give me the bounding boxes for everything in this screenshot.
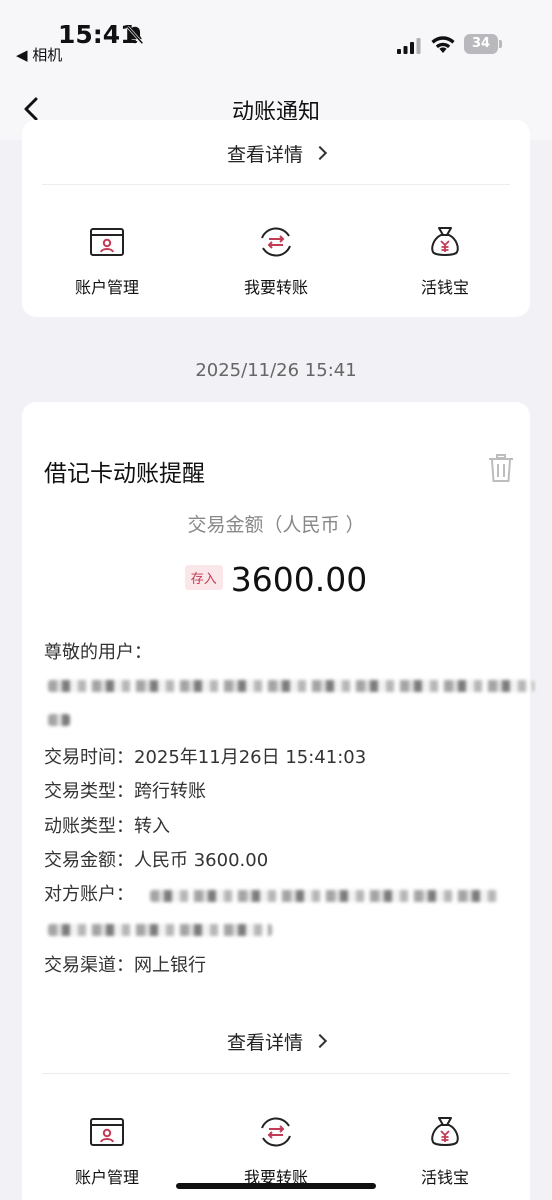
- message-timestamp: 2025/11/26 15:41: [195, 360, 357, 381]
- transfer-exchange-icon: [261, 227, 291, 257]
- back-to-app-link[interactable]: ◀ 相机: [16, 44, 62, 65]
- battery-level: 34: [464, 34, 498, 54]
- status-bar: 15:41 ◀ 相机 34: [0, 0, 552, 80]
- account-management-button[interactable]: 账户管理: [42, 1112, 172, 1200]
- redacted-text: [48, 924, 272, 936]
- divider: [42, 184, 510, 185]
- chevron-right-icon: [312, 145, 328, 161]
- action-label: 我要转账: [243, 278, 308, 297]
- previous-message-card: 查看详情 账户管理 我要转账 活钱宝: [22, 120, 530, 317]
- redacted-text: [150, 890, 500, 902]
- transaction-amount: 3600.00: [230, 560, 368, 599]
- signal-icon: [397, 38, 421, 54]
- battery-indicator: 34: [464, 34, 502, 54]
- account-management-button[interactable]: 账户管理: [42, 222, 172, 322]
- action-label: 账户管理: [74, 1168, 139, 1187]
- transaction-time-field: 交易时间：2025年11月26日 15:41:03: [44, 747, 367, 768]
- movement-type-field: 动账类型：转入: [44, 816, 170, 837]
- money-bag-icon: [431, 1117, 459, 1146]
- greeting: 尊敬的用户：: [44, 642, 152, 663]
- message-title: 借记卡动账提醒: [44, 461, 205, 487]
- amount-caption: 交易金额（人民币 ）: [187, 514, 365, 536]
- transaction-type-field: 交易类型：跨行转账: [44, 781, 206, 802]
- transaction-channel-field: 交易渠道：网上银行: [44, 955, 206, 976]
- deposit-badge: 存入: [184, 565, 223, 590]
- divider: [42, 1073, 510, 1074]
- transfer-exchange-icon: [261, 1117, 291, 1147]
- money-bag-icon: [431, 227, 459, 256]
- transfer-button[interactable]: 我要转账: [211, 222, 341, 322]
- account-card-icon: [90, 228, 124, 256]
- view-details-link[interactable]: 查看详情: [22, 1028, 530, 1055]
- view-details-label: 查看详情: [226, 1032, 303, 1054]
- action-label: 账户管理: [74, 278, 139, 297]
- amount-row: 存入 3600.00: [22, 560, 530, 599]
- debit-card-alert-card: 借记卡动账提醒 交易金额（人民币 ） 存入 3600.00 尊敬的用户： 交易时间…: [22, 402, 534, 1200]
- counterparty-account-field: 对方账户：: [44, 884, 134, 905]
- action-label: 活钱宝: [420, 1168, 469, 1187]
- bell-muted-icon: [126, 25, 144, 45]
- battery-tip: [499, 40, 502, 48]
- view-details-link[interactable]: 查看详情: [22, 140, 530, 167]
- transaction-amount-field: 交易金额：人民币 3600.00: [44, 850, 269, 871]
- account-card-icon: [90, 1118, 124, 1146]
- redacted-text: [48, 680, 534, 692]
- wifi-icon: [431, 36, 455, 53]
- action-label: 活钱宝: [420, 278, 469, 297]
- flexible-savings-button[interactable]: 活钱宝: [380, 1112, 510, 1200]
- redacted-text: [48, 714, 70, 726]
- chevron-right-icon: [312, 1033, 328, 1049]
- home-indicator[interactable]: [176, 1183, 376, 1189]
- trash-icon[interactable]: [486, 452, 516, 484]
- view-details-label: 查看详情: [226, 144, 303, 166]
- quick-actions: 账户管理 我要转账 活钱宝: [22, 222, 530, 322]
- flexible-savings-button[interactable]: 活钱宝: [380, 222, 510, 322]
